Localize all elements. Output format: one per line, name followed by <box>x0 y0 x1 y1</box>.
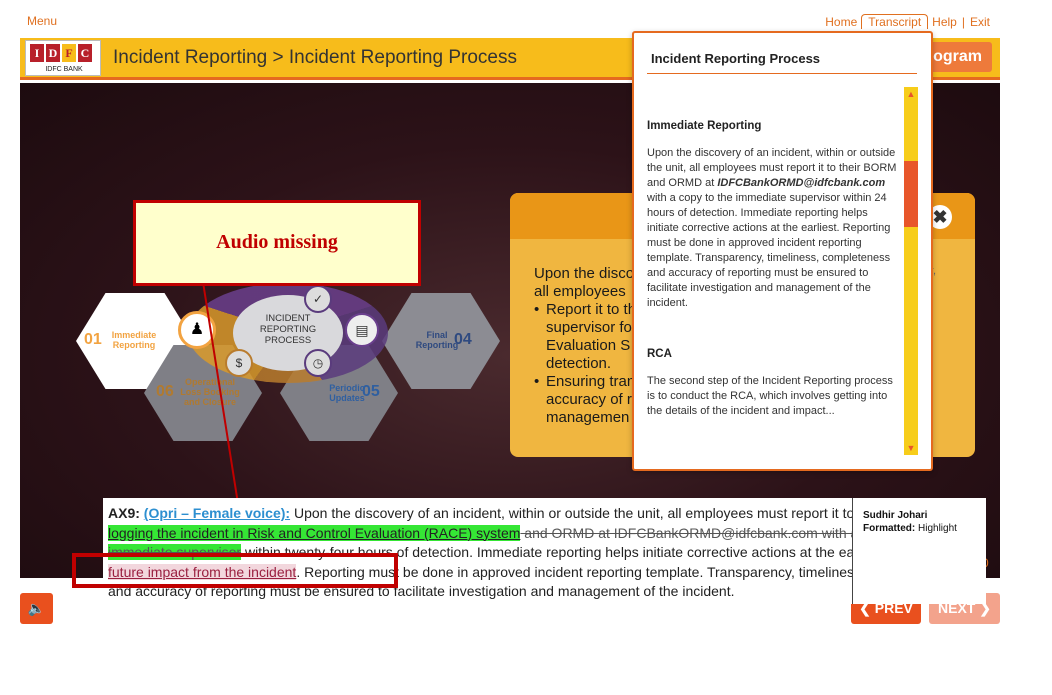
transcript-paragraph: Upon the discovery of an incident, withi… <box>647 147 897 309</box>
doc-segment: Upon the discovery of an incident, withi… <box>290 505 936 521</box>
scroll-down-icon[interactable]: ▼ <box>904 441 918 455</box>
transcript-divider <box>647 73 917 74</box>
highlight-annotation-box <box>72 553 398 588</box>
transcript-scrollbar[interactable]: ▲ ▼ <box>904 87 918 455</box>
comment-format: Formatted: Highlight <box>863 523 957 534</box>
audio-missing-annotation: Audio missing <box>133 200 421 286</box>
voice-label: (Opri – Female voice): <box>143 505 291 521</box>
scroll-thumb[interactable] <box>904 161 918 227</box>
scroll-up-icon[interactable]: ▲ <box>904 87 918 101</box>
comment-balloon[interactable]: Sudhir Johari Formatted: Highlight <box>852 498 978 604</box>
transcript-popup: Incident Reporting Process Immediate Rep… <box>632 31 933 471</box>
transcript-heading: Immediate Reporting <box>647 120 762 132</box>
audio-button[interactable]: 🔈 <box>20 593 53 624</box>
ax-label: AX9: <box>108 505 140 521</box>
audio-missing-label: Audio missing <box>216 231 338 253</box>
transcript-paragraph: The second step of the Incident Reportin… <box>647 375 893 417</box>
transcript-heading: RCA <box>647 348 672 360</box>
transcript-body[interactable]: Immediate Reporting Upon the discovery o… <box>647 83 897 455</box>
speaker-icon: 🔈 <box>27 600 46 616</box>
comment-author: Sudhir Johari <box>863 510 928 521</box>
transcript-title: Incident Reporting Process <box>651 51 821 66</box>
transcript-email: IDFCBankORMD@idfcbank.com <box>717 177 886 189</box>
doc-strikethrough: and ORMD at IDFCBankORMD@idfcbank.com wi… <box>520 524 908 541</box>
